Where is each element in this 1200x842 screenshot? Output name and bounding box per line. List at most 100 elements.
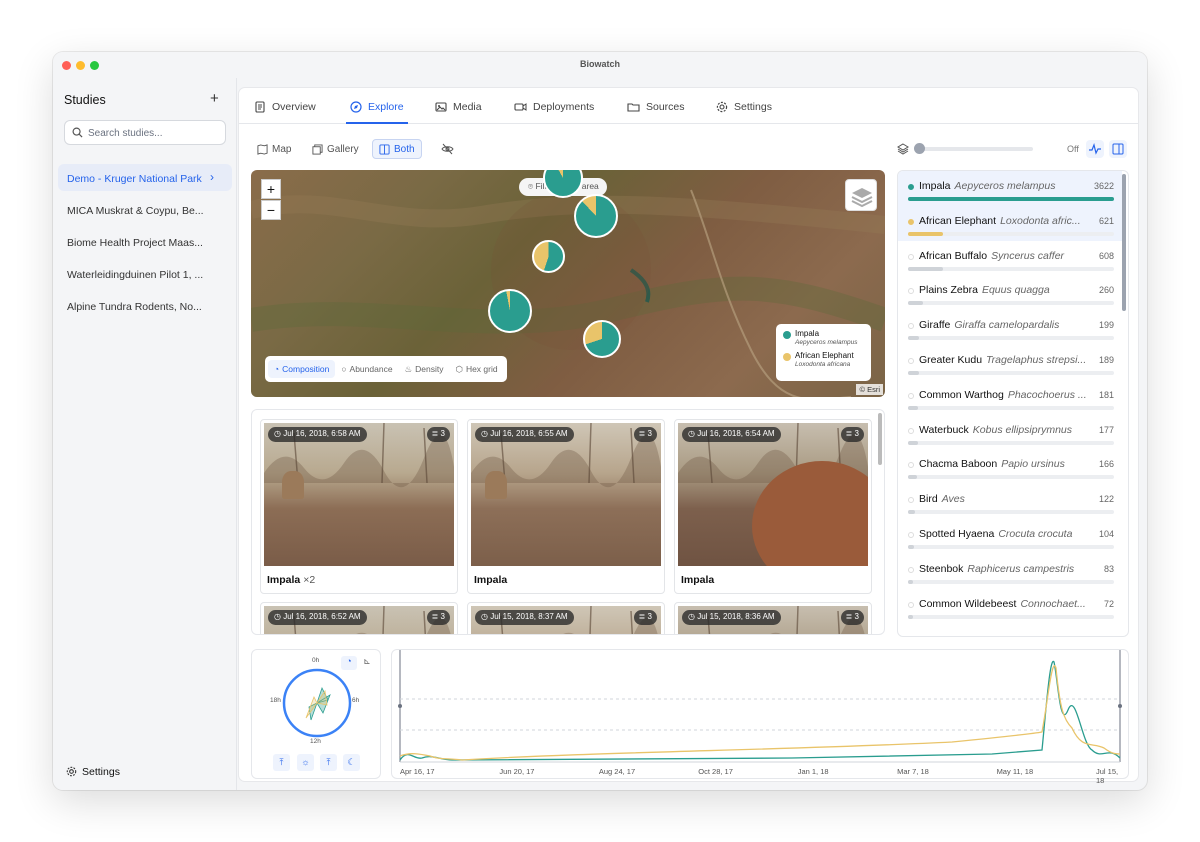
legend-item: African Elephant Loxodonta africana bbox=[783, 351, 865, 368]
activity-chart-toggle[interactable] bbox=[1086, 140, 1104, 158]
tab-label: Sources bbox=[646, 101, 685, 113]
mode-hexgrid-button[interactable]: ⬡ Hex grid bbox=[450, 360, 504, 379]
mode-composition-button[interactable]: ◔ Composition bbox=[268, 360, 336, 378]
animal-figure bbox=[282, 471, 304, 499]
sunrise-button[interactable]: ⤒ bbox=[273, 754, 290, 771]
study-item[interactable]: Demo - Kruger National Park › bbox=[58, 164, 232, 191]
media-thumbnail: ◷ Jul 15, 2018, 8:37 AM ≣ 3 bbox=[471, 606, 661, 634]
legend-swatch bbox=[783, 331, 791, 339]
study-item[interactable]: Alpine Tundra Rodents, No... bbox=[58, 292, 232, 319]
species-row[interactable]: African Buffalo Syncerus caffer 608 bbox=[898, 241, 1122, 276]
species-row[interactable]: Waterbuck Kobus ellipsiprymnus 177 bbox=[898, 415, 1122, 450]
tab-explore[interactable]: Explore bbox=[350, 101, 404, 113]
timeline-chart[interactable]: Apr 16, 17 Jun 20, 17 Aug 24, 17 Oct 28, 17… bbox=[391, 649, 1129, 785]
camera-icon bbox=[514, 103, 527, 111]
night-button[interactable]: ☾ bbox=[343, 754, 360, 771]
chart-icon: ⊾ bbox=[363, 656, 371, 666]
map-layers-button[interactable] bbox=[845, 179, 877, 211]
legend-latin: Aepyceros melampus bbox=[795, 338, 858, 346]
view-label: Both bbox=[394, 143, 415, 155]
study-item[interactable]: Biome Health Project Maas... bbox=[58, 228, 232, 255]
hide-button[interactable] bbox=[435, 139, 460, 159]
gallery-icon bbox=[312, 143, 323, 155]
mode-label: Abundance bbox=[349, 364, 393, 374]
tab-media[interactable]: Media bbox=[435, 101, 482, 113]
search-icon bbox=[72, 127, 83, 138]
tab-overview[interactable]: Overview bbox=[254, 101, 316, 113]
map-pie-marker[interactable] bbox=[532, 240, 565, 273]
abundance-bar-fill bbox=[908, 301, 923, 306]
view-gallery-button[interactable]: Gallery bbox=[306, 139, 365, 159]
stack-icon: ≣ bbox=[845, 429, 855, 438]
media-label: Impala bbox=[681, 574, 714, 586]
species-panel-toggle[interactable] bbox=[1109, 140, 1127, 158]
species-row[interactable]: Common Wildebeest Connochaet... 72 bbox=[898, 589, 1122, 624]
species-row[interactable]: Greater Kudu Tragelaphus strepsi... 189 bbox=[898, 345, 1122, 380]
zoom-out-button[interactable]: − bbox=[261, 200, 281, 220]
abundance-bar-fill bbox=[908, 231, 944, 236]
media-card[interactable]: ◷ Jul 16, 2018, 6:58 AM ≣ 3 Impala ×2 bbox=[260, 419, 458, 594]
slider-thumb[interactable] bbox=[914, 143, 925, 154]
tab-label: Media bbox=[453, 101, 482, 113]
study-item[interactable]: Waterleidingduinen Pilot 1, ... bbox=[58, 260, 232, 287]
species-name: African Elephant Loxodonta afric... bbox=[919, 215, 1089, 227]
species-name: Common Wildebeest Connochaet... bbox=[919, 598, 1089, 610]
species-dot bbox=[908, 288, 914, 295]
day-button[interactable]: ☼ bbox=[297, 754, 314, 771]
map-controls: Off bbox=[897, 139, 1127, 159]
map-view[interactable]: + − ⌾ Filter to this area ImpalaAepycero… bbox=[251, 170, 885, 397]
add-study-button[interactable]: + bbox=[210, 90, 219, 107]
clock-icon: ◷ bbox=[274, 429, 284, 438]
timestamp-badge: ◷ Jul 15, 2018, 8:37 AM bbox=[475, 610, 574, 625]
timestamp-text: Jul 16, 2018, 6:54 AM bbox=[697, 429, 775, 438]
latin-name: Connochaet... bbox=[1020, 597, 1086, 610]
legend-item: Impala Aepyceros melampus bbox=[783, 329, 865, 346]
gallery-scrollbar[interactable] bbox=[878, 413, 882, 465]
species-row[interactable]: Chacma Baboon Papio ursinus 166 bbox=[898, 449, 1122, 484]
mode-label: Hex grid bbox=[465, 364, 498, 374]
view-map-button[interactable]: Map bbox=[251, 139, 297, 159]
tab-settings[interactable]: Settings bbox=[716, 101, 772, 113]
clock-icon: ◔ bbox=[346, 656, 352, 666]
species-dot bbox=[908, 323, 914, 330]
media-card[interactable]: ◷ Jul 16, 2018, 6:54 AM ≣ 3 Impala bbox=[674, 419, 872, 594]
zoom-in-button[interactable]: + bbox=[261, 179, 281, 199]
line-chart-toggle[interactable]: ⊾ bbox=[359, 656, 375, 670]
species-row[interactable]: Plains Zebra Equus quagga 260 bbox=[898, 275, 1122, 310]
map-pie-marker[interactable] bbox=[574, 194, 618, 238]
opacity-slider[interactable] bbox=[914, 143, 1033, 154]
map-legend: Impala Aepyceros melampus African Elephan… bbox=[776, 324, 871, 381]
view-both-button[interactable]: Both bbox=[372, 139, 422, 159]
species-row[interactable]: Bird Aves 122 bbox=[898, 484, 1122, 519]
species-dot bbox=[908, 601, 914, 608]
tab-sources[interactable]: Sources bbox=[627, 101, 685, 113]
mode-abundance-button[interactable]: ○ Abundance bbox=[335, 360, 398, 378]
tab-deployments[interactable]: Deployments bbox=[514, 101, 594, 113]
chevron-right-icon: › bbox=[210, 170, 214, 184]
sunset-button[interactable]: ⤒ bbox=[320, 754, 337, 771]
media-card[interactable]: ◷ Jul 16, 2018, 6:55 AM ≣ 3 Impala bbox=[467, 419, 665, 594]
species-scrollbar[interactable] bbox=[1122, 174, 1126, 311]
sidebar-settings-button[interactable]: Settings bbox=[66, 766, 120, 778]
mode-density-button[interactable]: ♨ Density bbox=[399, 360, 450, 379]
study-search-input[interactable]: Search studies... bbox=[64, 120, 226, 145]
media-card[interactable]: ◷ Jul 16, 2018, 6:52 AM ≣ 3 bbox=[260, 602, 458, 634]
abundance-bar-fill bbox=[908, 266, 943, 271]
species-row[interactable]: Giraffe Giraffa camelopardalis 199 bbox=[898, 310, 1122, 345]
species-row[interactable]: Steenbok Raphicerus campestris 83 bbox=[898, 554, 1122, 589]
map-pie-marker[interactable] bbox=[583, 320, 621, 358]
media-card[interactable]: ◷ Jul 15, 2018, 8:36 AM ≣ 3 bbox=[674, 602, 872, 634]
species-row[interactable]: Impala Aepyceros melampus 3622 bbox=[898, 171, 1122, 206]
species-row[interactable]: Spotted Hyaena Crocuta crocuta 104 bbox=[898, 519, 1122, 554]
species-count: 3622 bbox=[1093, 181, 1114, 191]
species-row[interactable]: African Elephant Loxodonta afric... 621 bbox=[898, 205, 1122, 241]
species-name: Impala bbox=[474, 574, 508, 586]
map-pie-marker[interactable] bbox=[488, 289, 532, 333]
latin-name: Aves bbox=[941, 493, 965, 506]
study-item[interactable]: MICA Muskrat & Coypu, Be... bbox=[58, 196, 232, 223]
common-name: African Elephant bbox=[919, 214, 997, 227]
latin-name: Phacochoerus ... bbox=[1007, 388, 1087, 401]
species-name: Giraffe Giraffa camelopardalis bbox=[919, 319, 1089, 331]
media-card[interactable]: ◷ Jul 15, 2018, 8:37 AM ≣ 3 bbox=[467, 602, 665, 634]
species-row[interactable]: Common Warthog Phacochoerus ... 181 bbox=[898, 380, 1122, 415]
